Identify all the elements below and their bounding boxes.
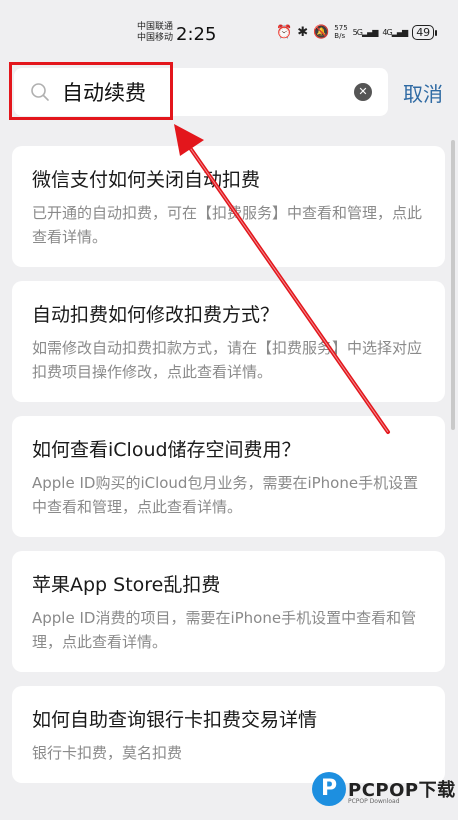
watermark-sub: PCPOP Download	[348, 798, 400, 805]
status-icons: ⏰ ✱ 🔕 575 B/s 5G▂▄▆ 4G▂▄▆ 49	[276, 24, 438, 40]
clear-icon[interactable]: ✕	[354, 83, 372, 101]
bluetooth-icon: ✱	[297, 24, 309, 40]
results-list: 微信支付如何关闭自动扣费 已开通的自动扣费，可在【扣费服务】中查看和管理，点此查…	[12, 146, 445, 797]
net-speed: 575 B/s	[334, 24, 347, 40]
result-description: Apple ID消费的项目，需要在iPhone手机设置中查看和管理，点此查看详情…	[32, 609, 417, 651]
carrier-1: 中国联通	[137, 22, 174, 32]
net-speed-value: 575	[334, 24, 348, 32]
result-card[interactable]: 苹果App Store乱扣费 Apple ID消费的项目，需要在iPhone手机…	[12, 551, 445, 672]
result-title: 微信支付如何关闭自动扣费	[32, 169, 261, 191]
watermark: P PCPOP下载 PCPOP Download	[312, 772, 458, 818]
result-title: 苹果App Store乱扣费	[32, 574, 221, 596]
result-description: 银行卡扣费，莫名扣费	[32, 744, 183, 762]
signal-4g: 4G▂▄▆	[382, 27, 408, 37]
result-card[interactable]: 如何查看iCloud储存空间费用？ Apple ID购买的iCloud包月业务，…	[12, 416, 445, 537]
clock: 2:25	[176, 24, 217, 45]
watermark-logo: P	[312, 772, 346, 806]
mute-icon: 🔕	[313, 24, 330, 40]
scrollbar[interactable]	[451, 140, 455, 430]
net-speed-unit: B/s	[334, 32, 346, 40]
carrier-info: 中国联通 中国移动	[137, 22, 173, 44]
signal-5g: 5G▂▄▆	[352, 27, 379, 37]
annotation-highlight-box	[9, 62, 173, 120]
cancel-button[interactable]: 取消	[403, 78, 443, 107]
result-card[interactable]: 自动扣费如何修改扣费方式？ 如需修改自动扣费扣款方式，请在【扣费服务】中选择对应…	[12, 281, 445, 402]
result-card[interactable]: 微信支付如何关闭自动扣费 已开通的自动扣费，可在【扣费服务】中查看和管理，点此查…	[12, 146, 445, 267]
result-title: 自动扣费如何修改扣费方式？	[32, 304, 280, 326]
alarm-icon: ⏰	[276, 24, 293, 40]
result-title: 如何查看iCloud储存空间费用？	[32, 439, 301, 461]
result-card[interactable]: 如何自助查询银行卡扣费交易详情 银行卡扣费，莫名扣费	[12, 686, 445, 783]
carrier-2: 中国移动	[137, 33, 174, 43]
network-type-1: 5G	[352, 27, 363, 37]
status-bar: 中国联通 中国移动 2:25 ⏰ ✱ 🔕 575 B/s 5G▂▄▆ 4G▂▄▆…	[0, 0, 458, 64]
battery-icon: 49	[412, 24, 438, 40]
result-description: 如需修改自动扣费扣款方式，请在【扣费服务】中选择对应扣费项目操作修改，点此查看详…	[32, 339, 423, 381]
network-type-2: 4G	[382, 27, 392, 37]
result-description: Apple ID购买的iCloud包月业务，需要在iPhone手机设置中查看和管…	[32, 474, 419, 516]
result-description: 已开通的自动扣费，可在【扣费服务】中查看和管理，点此查看详情。	[32, 204, 423, 246]
result-title: 如何自助查询银行卡扣费交易详情	[32, 709, 318, 731]
